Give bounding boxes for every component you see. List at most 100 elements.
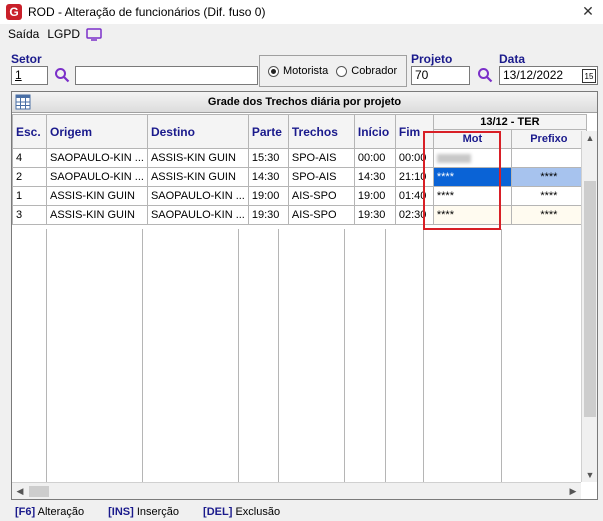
cell-prefixo[interactable]: [510, 148, 587, 168]
day-header: 13/12 - TER: [432, 113, 587, 131]
table-row[interactable]: 3 ASSIS-KIN GUIN SAOPAULO-KIN ... 19:30 …: [12, 205, 587, 225]
col-header-esc[interactable]: Esc.: [12, 114, 47, 149]
cell-prefixo[interactable]: ****: [510, 205, 587, 225]
cell-destino[interactable]: SAOPAULO-KIN ...: [146, 186, 249, 206]
cell-esc[interactable]: 2: [12, 167, 47, 187]
projeto-input[interactable]: 70: [411, 66, 470, 85]
radio-cobrador[interactable]: Cobrador: [336, 65, 397, 77]
cell-mot[interactable]: [432, 148, 512, 168]
grid-title: Grade dos Trechos diária por projeto: [12, 92, 597, 113]
trechos-table: Esc. Origem Destino Parte Trechos Início…: [12, 113, 587, 225]
cell-inicio[interactable]: 19:00: [353, 186, 396, 206]
cell-prefixo[interactable]: ****: [510, 186, 587, 206]
table-row[interactable]: 4 SAOPAULO-KIN ... ASSIS-KIN GUIN 15:30 …: [12, 148, 587, 168]
cell-trechos[interactable]: SPO-AIS: [287, 148, 355, 168]
status-ins: [INS] Inserção: [108, 506, 179, 518]
col-header-trechos[interactable]: Trechos: [287, 114, 355, 149]
cell-trechos[interactable]: SPO-AIS: [287, 167, 355, 187]
cell-fim[interactable]: 21:10: [394, 167, 434, 187]
status-f6: [F6] Alteração: [15, 506, 84, 518]
grid-empty-area: [46, 229, 502, 482]
data-label: Data: [499, 52, 526, 66]
cell-esc[interactable]: 4: [12, 148, 47, 168]
calendar-icon[interactable]: 15: [582, 69, 596, 83]
setor-input[interactable]: 1: [11, 66, 48, 85]
title-bar: G ROD - Alteração de funcionários (Dif. …: [0, 0, 603, 24]
status-f6-label: Alteração: [37, 505, 85, 518]
scroll-down-icon[interactable]: ▼: [582, 468, 598, 482]
status-ins-key: [INS]: [108, 505, 134, 518]
cell-inicio[interactable]: 00:00: [353, 148, 396, 168]
cell-prefixo[interactable]: ****: [510, 167, 587, 187]
redacted-name: [436, 153, 471, 163]
scroll-up-icon[interactable]: ▲: [582, 131, 598, 145]
col-header-mot[interactable]: Mot: [432, 129, 512, 149]
cell-parte[interactable]: 14:30: [247, 167, 289, 187]
menu-item-saida[interactable]: Saída: [8, 27, 39, 41]
radio-motorista-label: Motorista: [283, 65, 329, 77]
status-f6-key: [F6]: [15, 505, 36, 518]
table-row[interactable]: 1 ASSIS-KIN GUIN SAOPAULO-KIN ... 19:00 …: [12, 186, 587, 206]
cell-destino[interactable]: ASSIS-KIN GUIN: [146, 148, 249, 168]
setor-description-field[interactable]: [75, 66, 258, 85]
cell-esc[interactable]: 1: [12, 186, 47, 206]
cell-inicio[interactable]: 14:30: [353, 167, 396, 187]
cell-origem[interactable]: ASSIS-KIN GUIN: [46, 205, 148, 225]
grid-title-text: Grade dos Trechos diária por projeto: [207, 96, 402, 108]
close-button[interactable]: ✕: [579, 2, 597, 20]
status-del-key: [DEL]: [203, 505, 233, 518]
cell-mot[interactable]: ****: [432, 186, 512, 206]
col-header-fim[interactable]: Fim: [394, 114, 434, 149]
scroll-right-icon[interactable]: ▶: [565, 483, 581, 500]
grid-table-icon[interactable]: [15, 94, 31, 110]
radio-motorista[interactable]: Motorista: [268, 65, 328, 77]
cell-fim[interactable]: 02:30: [394, 205, 434, 225]
cell-trechos[interactable]: AIS-SPO: [287, 186, 355, 206]
cell-mot-selected[interactable]: ****: [432, 167, 512, 187]
col-header-origem[interactable]: Origem: [46, 114, 148, 149]
status-del: [DEL] Exclusão: [203, 506, 280, 518]
cell-parte[interactable]: 19:00: [247, 186, 289, 206]
status-bar: [F6] Alteração [INS] Inserção [DEL] Excl…: [11, 503, 598, 520]
cell-destino[interactable]: ASSIS-KIN GUIN: [146, 167, 249, 187]
cell-trechos[interactable]: AIS-SPO: [287, 205, 355, 225]
menu-bar: Saída LGPD: [0, 24, 603, 44]
trechos-grid: Grade dos Trechos diária por projeto Esc…: [11, 91, 598, 500]
date-value: 13/12/2022: [503, 68, 564, 82]
radio-cobrador-dot: [336, 65, 348, 77]
window-title: ROD - Alteração de funcionários (Dif. fu…: [28, 5, 266, 19]
radio-motorista-dot: [268, 65, 279, 77]
vertical-scrollbar[interactable]: ▲ ▼: [581, 131, 597, 482]
projeto-search-icon[interactable]: [477, 67, 493, 83]
cell-parte[interactable]: 15:30: [247, 148, 289, 168]
col-header-inicio[interactable]: Início: [353, 114, 396, 149]
cell-fim[interactable]: 01:40: [394, 186, 434, 206]
setor-label: Setor: [11, 52, 42, 66]
scroll-left-icon[interactable]: ◀: [12, 483, 28, 500]
horizontal-scroll-thumb[interactable]: [29, 486, 49, 497]
table-row[interactable]: 2 SAOPAULO-KIN ... ASSIS-KIN GUIN 14:30 …: [12, 167, 587, 187]
vertical-scroll-thumb[interactable]: [584, 181, 596, 417]
funcionario-type-radio-group: Motorista Cobrador: [259, 55, 407, 87]
cell-inicio[interactable]: 19:30: [353, 205, 396, 225]
cell-origem[interactable]: SAOPAULO-KIN ...: [46, 148, 148, 168]
status-del-label: Exclusão: [235, 505, 281, 518]
col-header-destino[interactable]: Destino: [146, 114, 249, 149]
horizontal-scrollbar[interactable]: ◀ ▶: [12, 482, 581, 499]
col-header-parte[interactable]: Parte: [247, 114, 289, 149]
setor-value: 1: [15, 68, 22, 82]
col-header-prefixo[interactable]: Prefixo: [510, 129, 587, 149]
cell-esc[interactable]: 3: [12, 205, 47, 225]
cell-fim[interactable]: 00:00: [394, 148, 434, 168]
cell-origem[interactable]: ASSIS-KIN GUIN: [46, 186, 148, 206]
cell-destino[interactable]: SAOPAULO-KIN ...: [146, 205, 249, 225]
app-logo: G: [6, 4, 22, 20]
cell-parte[interactable]: 19:30: [247, 205, 289, 225]
setor-search-icon[interactable]: [54, 67, 70, 83]
cell-mot[interactable]: ****: [432, 205, 512, 225]
radio-cobrador-label: Cobrador: [351, 65, 398, 77]
menu-item-lgpd[interactable]: LGPD: [47, 27, 80, 41]
projeto-label: Projeto: [411, 52, 453, 66]
cell-origem[interactable]: SAOPAULO-KIN ...: [46, 167, 148, 187]
monitor-icon[interactable]: [86, 27, 102, 41]
